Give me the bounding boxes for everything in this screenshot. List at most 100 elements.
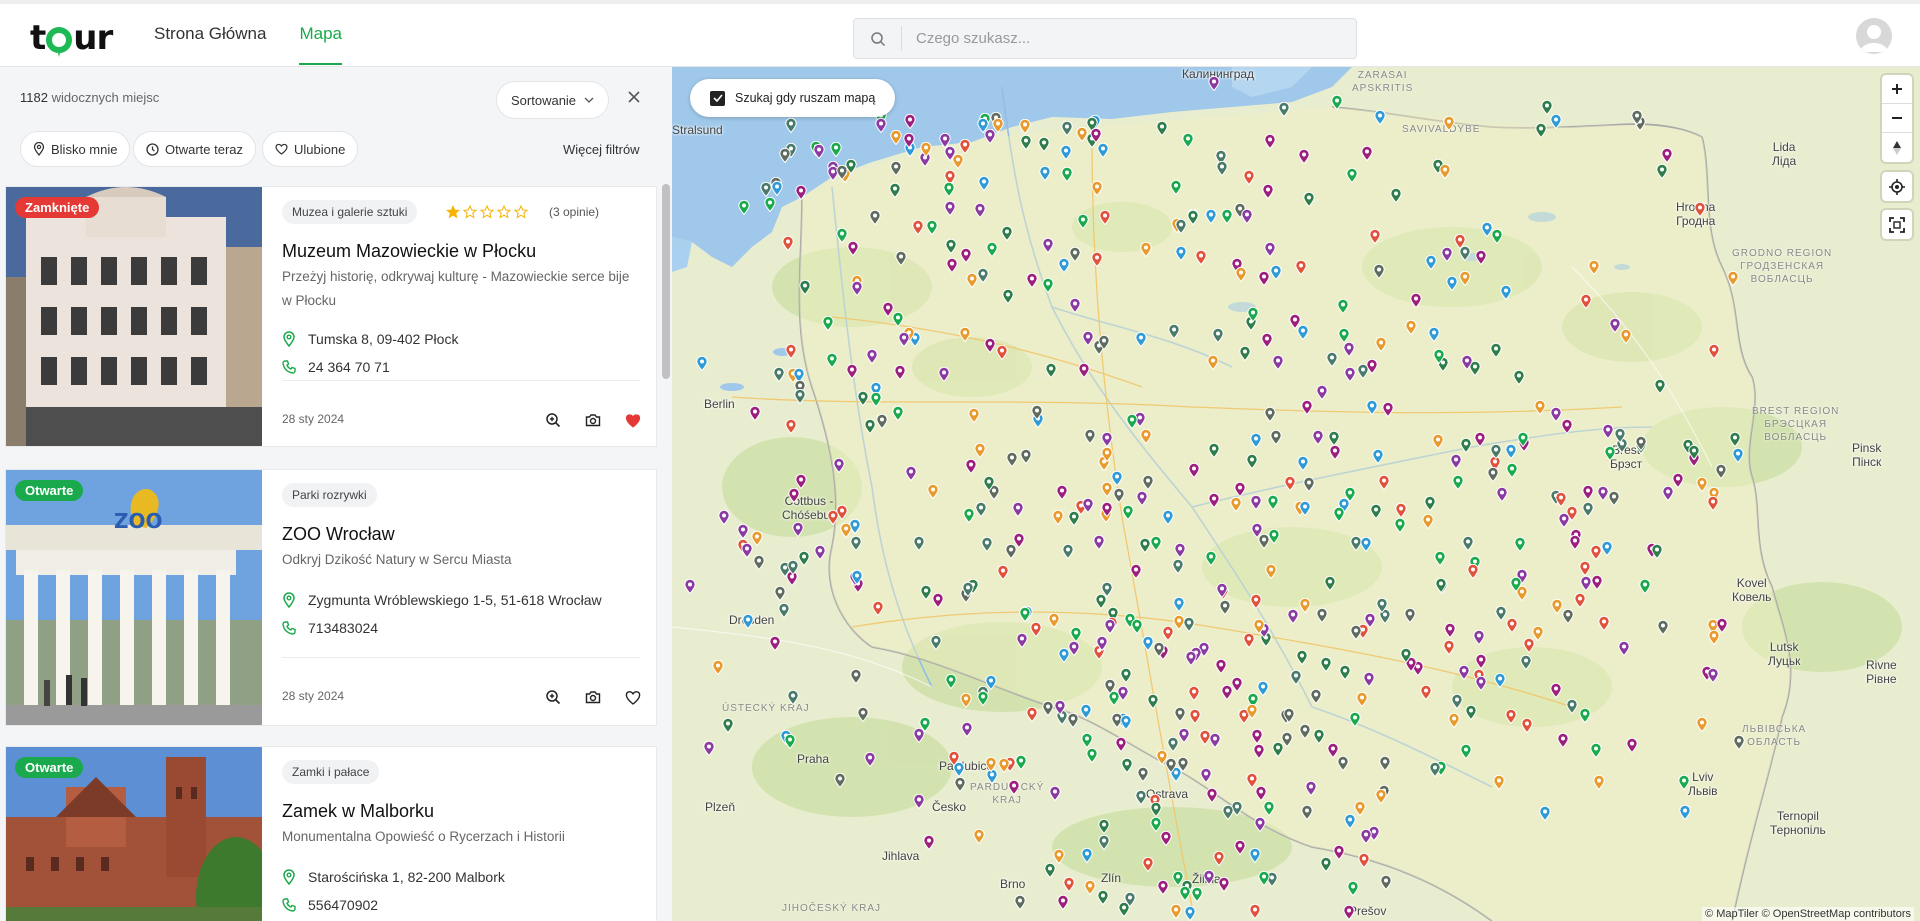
place-marker[interactable] <box>1626 737 1638 754</box>
place-marker[interactable] <box>1156 120 1168 137</box>
place-marker[interactable] <box>1439 163 1451 180</box>
place-marker[interactable] <box>1006 451 1018 468</box>
place-marker[interactable] <box>1328 430 1340 447</box>
place-marker[interactable] <box>1350 624 1362 641</box>
place-marker[interactable] <box>1598 615 1610 632</box>
place-marker[interactable] <box>1209 732 1221 749</box>
place-marker[interactable] <box>1140 241 1152 258</box>
place-marker[interactable] <box>1182 132 1194 149</box>
place-phone[interactable]: 556470902 <box>308 897 378 913</box>
place-marker[interactable] <box>1254 816 1266 833</box>
place-marker[interactable] <box>1042 237 1054 254</box>
place-marker[interactable] <box>1631 109 1643 126</box>
place-marker[interactable] <box>1135 331 1147 348</box>
place-marker[interactable] <box>1101 581 1113 598</box>
place-marker[interactable] <box>1084 428 1096 445</box>
place-marker[interactable] <box>1068 510 1080 527</box>
place-marker[interactable] <box>1183 616 1195 633</box>
place-marker[interactable] <box>1008 779 1020 796</box>
place-marker[interactable] <box>984 337 996 354</box>
place-marker[interactable] <box>1539 805 1551 822</box>
place-marker[interactable] <box>1230 496 1242 513</box>
place-marker[interactable] <box>1216 582 1228 599</box>
place-marker[interactable] <box>741 542 753 559</box>
place-marker[interactable] <box>1604 445 1616 462</box>
place-marker[interactable] <box>975 501 987 518</box>
place-marker[interactable] <box>1404 607 1416 624</box>
place-marker[interactable] <box>948 750 960 767</box>
place-marker[interactable] <box>1424 495 1436 512</box>
place-marker[interactable] <box>1099 209 1111 226</box>
zoom-out-button[interactable] <box>1882 104 1912 133</box>
place-marker[interactable] <box>847 240 859 257</box>
place-marker[interactable] <box>1162 625 1174 642</box>
place-marker[interactable] <box>1331 94 1343 111</box>
place-marker[interactable] <box>1639 578 1651 595</box>
place-marker[interactable] <box>1257 680 1269 697</box>
place-marker[interactable] <box>834 772 846 789</box>
place-marker[interactable] <box>1178 727 1190 744</box>
place-marker[interactable] <box>1247 306 1259 323</box>
place-marker[interactable] <box>1290 669 1302 686</box>
place-marker[interactable] <box>1048 612 1060 629</box>
place-marker[interactable] <box>1443 115 1455 132</box>
place-marker[interactable] <box>1058 647 1070 664</box>
place-marker[interactable] <box>1124 891 1136 908</box>
place-marker[interactable] <box>1708 343 1720 360</box>
place-marker[interactable] <box>1299 723 1311 740</box>
place-marker[interactable] <box>892 405 904 422</box>
place-marker[interactable] <box>1054 699 1066 716</box>
place-marker[interactable] <box>737 523 749 540</box>
place-marker[interactable] <box>1120 714 1132 731</box>
place-marker[interactable] <box>1654 378 1666 395</box>
place-marker[interactable] <box>1057 894 1069 911</box>
place-marker[interactable] <box>836 164 848 181</box>
place-marker[interactable] <box>749 405 761 422</box>
place-marker[interactable] <box>1187 209 1199 226</box>
place-marker[interactable] <box>1263 800 1275 817</box>
place-marker[interactable] <box>968 407 980 424</box>
place-marker[interactable] <box>1070 626 1082 643</box>
place-marker[interactable] <box>1052 509 1064 526</box>
place-marker[interactable] <box>850 668 862 685</box>
place-marker[interactable] <box>1303 191 1315 208</box>
place-marker[interactable] <box>1261 332 1273 349</box>
place-marker[interactable] <box>1067 712 1079 729</box>
place-marker[interactable] <box>1091 180 1103 197</box>
place-marker[interactable] <box>1272 741 1284 758</box>
place-marker[interactable] <box>1395 502 1407 519</box>
place-marker[interactable] <box>1188 462 1200 479</box>
place-marker[interactable] <box>738 199 750 216</box>
place-marker[interactable] <box>1460 437 1472 454</box>
place-marker[interactable] <box>1272 354 1284 371</box>
place-marker[interactable] <box>795 184 807 201</box>
place-marker[interactable] <box>1588 259 1600 276</box>
place-marker[interactable] <box>1557 732 1569 749</box>
place-marker[interactable] <box>1179 885 1191 902</box>
place-marker[interactable] <box>722 717 734 734</box>
place-marker[interactable] <box>1360 828 1372 845</box>
place-marker[interactable] <box>1462 535 1474 552</box>
place-marker[interactable] <box>1441 246 1453 263</box>
place-marker[interactable] <box>1080 703 1092 720</box>
place-marker[interactable] <box>1313 728 1325 745</box>
place-marker[interactable] <box>1136 490 1148 507</box>
place-marker[interactable] <box>778 602 790 619</box>
place-marker[interactable] <box>1278 101 1290 118</box>
place-marker[interactable] <box>1495 605 1507 622</box>
place-marker[interactable] <box>945 673 957 690</box>
place-marker[interactable] <box>1101 481 1113 498</box>
place-marker[interactable] <box>977 267 989 284</box>
place-marker[interactable] <box>764 196 776 213</box>
place-marker[interactable] <box>1558 512 1570 529</box>
place-marker[interactable] <box>1375 788 1387 805</box>
place-marker[interactable] <box>1142 474 1154 491</box>
place-marker[interactable] <box>946 257 958 274</box>
search-input[interactable] <box>916 30 1336 47</box>
place-marker[interactable] <box>1344 366 1356 383</box>
place-marker[interactable] <box>785 117 797 134</box>
place-marker[interactable] <box>1326 351 1338 368</box>
place-marker[interactable] <box>1635 435 1647 452</box>
place-marker[interactable] <box>1346 167 1358 184</box>
place-marker[interactable] <box>769 635 781 652</box>
